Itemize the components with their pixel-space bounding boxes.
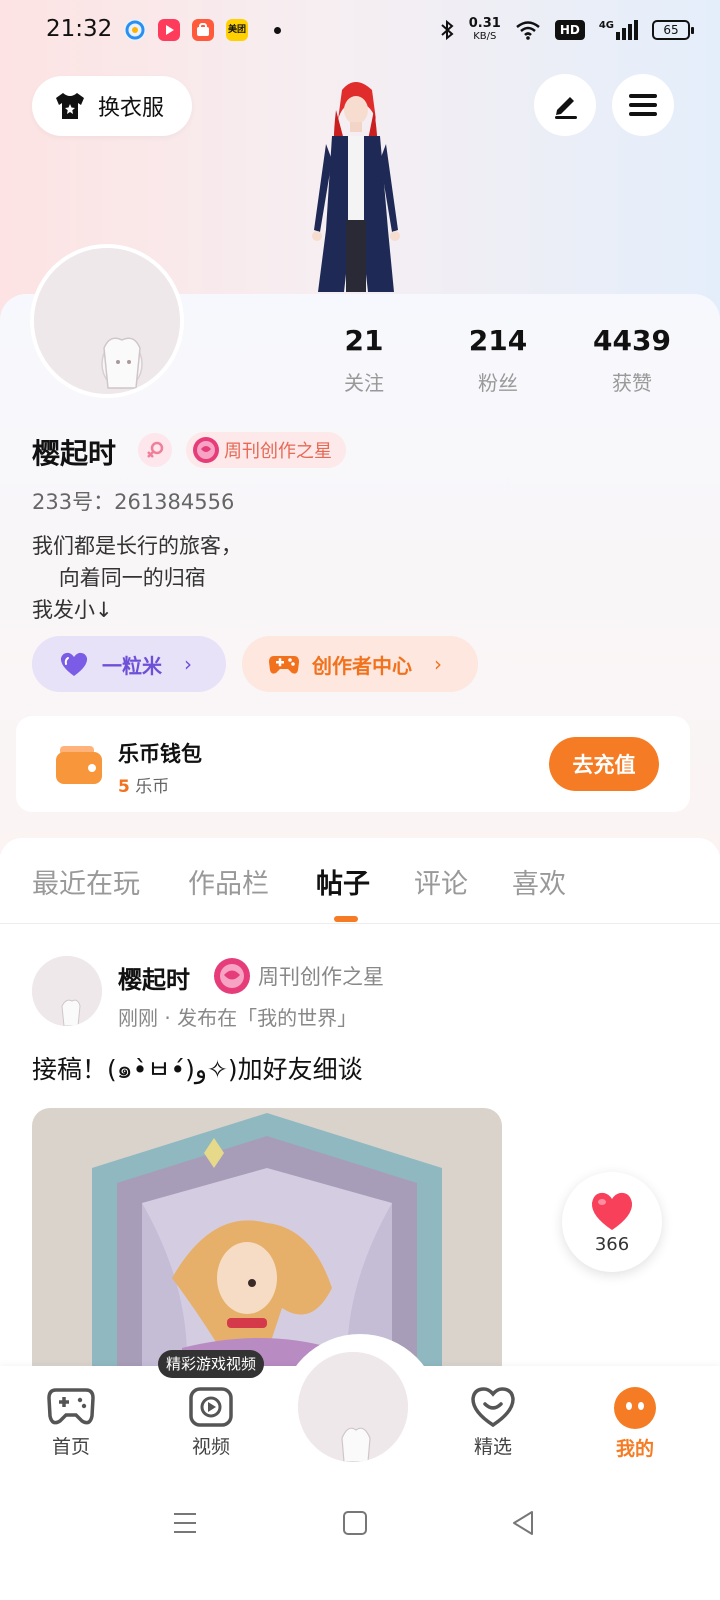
post-author-avatar[interactable] — [32, 956, 102, 1026]
nav-video-label: 视频 — [191, 1436, 230, 1458]
nav-mine-label: 我的 — [615, 1438, 654, 1460]
tshirt-icon — [56, 93, 84, 119]
post-author-badge-label: 周刊创作之星 — [258, 965, 384, 989]
post-text[interactable]: 接稿！(๑•̀ㅂ•́)و✧)加好友细谈 — [32, 1050, 363, 1090]
weekly-creator-star-badge[interactable]: 周刊创作之星 — [186, 432, 346, 468]
rice-label: 一粒米 — [102, 653, 162, 678]
wallet-balance: 5 乐币 — [118, 772, 169, 797]
nav-mine[interactable]: 我的 — [590, 1386, 680, 1461]
battery-icon: 65 — [652, 20, 694, 40]
gamepad-icon — [269, 656, 299, 674]
status-bar: 21:32 美团 0.31 KB/S HD 4G 65 — [0, 0, 720, 64]
creator-center-label: 创作者中心 — [312, 653, 412, 678]
nav-featured-label: 精选 — [473, 1436, 512, 1458]
creator-star-icon — [193, 437, 219, 463]
menu-button[interactable] — [612, 74, 674, 136]
wallet-icon — [56, 746, 102, 784]
notification-dot — [274, 27, 281, 34]
status-time: 21:32 — [46, 16, 113, 42]
stat-followers[interactable]: 214 粉丝 — [438, 324, 558, 396]
video-play-icon — [189, 1387, 233, 1427]
likes-count: 4439 — [593, 324, 671, 357]
wifi-icon — [516, 21, 540, 40]
tab-likes[interactable]: 喜欢 — [512, 862, 566, 901]
female-gender-icon — [138, 433, 172, 467]
tab-posts[interactable]: 帖子 — [316, 862, 370, 901]
hd-indicator: HD — [554, 20, 585, 40]
stat-likes[interactable]: 4439 获赞 — [572, 324, 692, 396]
chevron-right-icon: › — [184, 652, 192, 676]
wallet-title: 乐币钱包 — [118, 742, 202, 766]
post-author-badge: 周刊创作之星 — [212, 956, 384, 996]
heart-outline-icon — [471, 1387, 515, 1428]
nav-featured[interactable]: 精选 — [448, 1386, 538, 1459]
wallet-amount: 5 — [118, 777, 130, 797]
purple-heart-icon — [60, 652, 88, 676]
profile-username: 樱起时 — [32, 437, 117, 470]
followers-label: 粉丝 — [478, 371, 518, 395]
net-speed: 0.31 KB/S — [468, 16, 501, 42]
signal-icon: 4G — [599, 20, 638, 40]
recharge-button[interactable]: 去充值 — [549, 737, 659, 791]
nav-home-label: 首页 — [51, 1436, 90, 1458]
hamburger-menu-icon — [629, 94, 657, 116]
video-tooltip: 精彩游戏视频 — [158, 1350, 265, 1378]
profile-tabs: 最近在玩 作品栏 帖子 评论 喜欢 — [0, 838, 720, 924]
active-tab-indicator — [334, 916, 358, 922]
edit-profile-button[interactable] — [534, 74, 596, 136]
profile-bio: 我们都是长行的旅客， 向着同一的归宿 我发小↓ — [32, 534, 242, 622]
bluetooth-icon — [441, 19, 454, 41]
post-meta[interactable]: 刚刚 · 发布在「我的世界」 — [118, 1002, 357, 1031]
user-id[interactable]: 233号：261384556 — [32, 486, 234, 516]
wallet-card[interactable]: 乐币钱包 5 乐币 去充值 — [16, 716, 690, 812]
nav-center-avatar[interactable] — [298, 1352, 408, 1462]
meituan-icon: 美团 — [226, 19, 248, 41]
pencil-icon — [555, 97, 577, 119]
stat-following[interactable]: 21 关注 — [304, 324, 424, 396]
nav-video[interactable]: 视频 — [166, 1386, 256, 1459]
likes-label: 获赞 — [612, 371, 652, 395]
nav-home[interactable]: 首页 — [26, 1386, 116, 1459]
post-image[interactable] — [32, 1108, 502, 1408]
tab-comments[interactable]: 评论 — [414, 862, 468, 901]
rice-button[interactable]: 一粒米 › — [32, 636, 226, 692]
post-author-name[interactable]: 樱起时 — [118, 960, 190, 995]
change-outfit-button[interactable]: 换衣服 — [32, 76, 192, 136]
gamepad-outline-icon — [47, 1388, 95, 1425]
wallet-unit: 乐币 — [135, 777, 170, 797]
tab-works[interactable]: 作品栏 — [188, 862, 269, 901]
change-outfit-label: 换衣服 — [98, 96, 165, 121]
character-avatar-figure[interactable] — [300, 80, 410, 296]
system-home-icon[interactable] — [340, 1508, 370, 1538]
shop-app-icon — [192, 19, 214, 41]
creator-star-label: 周刊创作之星 — [224, 441, 332, 462]
heart-icon — [591, 1192, 633, 1230]
chevron-right-icon: › — [434, 652, 442, 676]
system-back-icon[interactable] — [508, 1508, 538, 1538]
following-count: 21 — [344, 324, 384, 357]
followers-count: 214 — [468, 324, 528, 357]
like-count: 366 — [594, 1233, 630, 1255]
following-label: 关注 — [344, 371, 384, 395]
status-right: 0.31 KB/S HD 4G 65 — [439, 16, 694, 43]
system-menu-icon[interactable] — [170, 1508, 200, 1538]
tab-recently-played[interactable]: 最近在玩 — [32, 862, 140, 901]
video-app-icon — [158, 19, 180, 41]
qq-browser-icon — [124, 19, 146, 41]
creator-star-icon — [214, 958, 250, 994]
mine-face-icon — [614, 1387, 656, 1429]
like-button[interactable]: 366 — [562, 1172, 662, 1272]
creator-center-button[interactable]: 创作者中心 › — [242, 636, 478, 692]
profile-avatar[interactable] — [30, 244, 184, 398]
